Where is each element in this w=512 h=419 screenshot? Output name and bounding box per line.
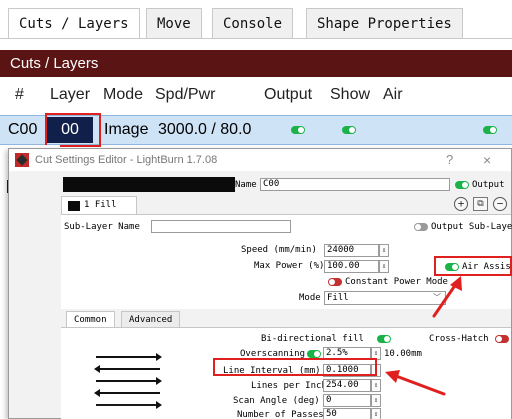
overscanning-mm: 10.00mm <box>384 349 422 359</box>
scan-angle-label: Scan Angle (deg) <box>233 396 320 406</box>
output-label: Output <box>472 180 505 190</box>
annotation-arrow-icon <box>385 370 446 396</box>
dialog-title: Cut Settings Editor - LightBurn 1.7.08 <box>35 154 218 166</box>
sublayer-name-input[interactable] <box>151 220 291 233</box>
scan-arrow-right-icon <box>96 353 162 361</box>
name-input[interactable]: C00 <box>260 178 450 191</box>
output-sublayer-label: Output Sub-Layer <box>431 222 512 232</box>
max-power-spinner-icon[interactable]: ⇕ <box>379 260 389 273</box>
speed-label: Speed (mm/min) <box>241 245 317 255</box>
tab-shape-properties[interactable]: Shape Properties <box>306 8 463 38</box>
help-icon[interactable]: ? <box>446 149 453 171</box>
scan-arrow-left-icon <box>94 389 160 397</box>
dialog-titlebar[interactable]: Cut Settings Editor - LightBurn 1.7.08 ?… <box>9 149 511 171</box>
output-toggle-icon[interactable] <box>291 126 305 134</box>
sublayer-tab-fill[interactable]: 1 Fill <box>61 196 137 214</box>
tab-console[interactable]: Console <box>212 8 294 38</box>
bidirectional-fill-toggle-icon[interactable] <box>377 335 391 343</box>
max-power-label: Max Power (%) <box>254 261 325 271</box>
mode-value: Fill <box>327 293 349 303</box>
output-toggle-icon[interactable] <box>455 181 469 189</box>
output-sublayer-toggle-icon[interactable] <box>414 223 428 231</box>
top-tab-strip: Cuts / Layers Move Console Shape Propert… <box>0 0 512 46</box>
cross-hatch-toggle-icon[interactable] <box>495 335 509 343</box>
sublayer-name-label: Sub-Layer Name <box>64 222 140 232</box>
number-of-passes-label: Number of Passes <box>237 410 324 419</box>
sublayer-swatch <box>68 201 80 211</box>
lines-per-inch-input[interactable]: 254.00 <box>323 379 371 392</box>
name-label: Name <box>235 180 257 190</box>
col-header-show[interactable]: Show <box>330 80 370 110</box>
col-header-mode[interactable]: Mode <box>103 80 143 110</box>
copy-sublayer-icon[interactable]: ⧉ <box>473 197 488 211</box>
column-headers: # Layer Mode Spd/Pwr Output Show Air <box>0 80 512 110</box>
tab-divider <box>0 38 512 39</box>
tab-move[interactable]: Move <box>146 8 202 38</box>
col-header-output[interactable]: Output <box>264 80 312 110</box>
layer-highlight-box <box>45 113 101 147</box>
layer-id: C00 <box>8 121 38 138</box>
number-of-passes-spinner-icon[interactable]: ⇕ <box>371 408 381 419</box>
scan-arrow-right-icon <box>96 377 162 385</box>
add-sublayer-icon[interactable]: + <box>454 197 468 211</box>
sublayer-tab-bar: 1 Fill + ⧉ − <box>61 196 507 214</box>
lightburn-logo-icon <box>15 153 29 167</box>
annotation-arrow-icon <box>432 276 462 318</box>
col-header-spdpwr[interactable]: Spd/Pwr <box>155 80 215 110</box>
mode-label: Mode <box>299 293 321 303</box>
col-header-air[interactable]: Air <box>383 80 403 110</box>
speed-spinner-icon[interactable]: ⇕ <box>379 244 389 257</box>
panel-title: Cuts / Layers <box>0 50 512 77</box>
cross-hatch-label: Cross-Hatch <box>429 334 489 344</box>
max-power-input[interactable]: 100.00 <box>324 260 379 273</box>
scan-angle-input[interactable]: 0 <box>323 394 371 407</box>
air-toggle-icon[interactable] <box>483 126 497 134</box>
tab-cuts-layers[interactable]: Cuts / Layers <box>8 8 140 38</box>
number-of-passes-input[interactable]: 50 <box>323 408 371 419</box>
bidirectional-fill-label: Bi-directional fill <box>261 334 364 344</box>
sublayer-tab-label: 1 Fill <box>84 200 117 210</box>
col-header-layer[interactable]: Layer <box>50 80 90 110</box>
scan-arrow-left-icon <box>94 365 160 373</box>
col-header-number[interactable]: # <box>15 80 24 110</box>
tab-advanced[interactable]: Advanced <box>121 311 181 327</box>
close-icon[interactable]: × <box>483 149 491 171</box>
scan-arrow-right-icon <box>96 401 162 409</box>
layer-mode: Image <box>104 121 149 138</box>
overscanning-toggle-icon[interactable] <box>307 350 321 358</box>
layer-color-bar[interactable] <box>63 177 235 192</box>
tab-common[interactable]: Common <box>66 311 115 327</box>
line-interval-highlight-box <box>213 358 377 376</box>
constant-power-toggle-icon[interactable] <box>328 278 342 286</box>
lines-per-inch-label: Lines per Inch <box>251 381 327 391</box>
scan-pattern-illustration-icon <box>94 353 162 414</box>
layer-spd-pwr: 3000.0 / 80.0 <box>158 121 252 138</box>
remove-sublayer-icon[interactable]: − <box>493 197 507 211</box>
speed-input[interactable]: 24000 <box>324 244 379 257</box>
show-toggle-icon[interactable] <box>342 126 356 134</box>
